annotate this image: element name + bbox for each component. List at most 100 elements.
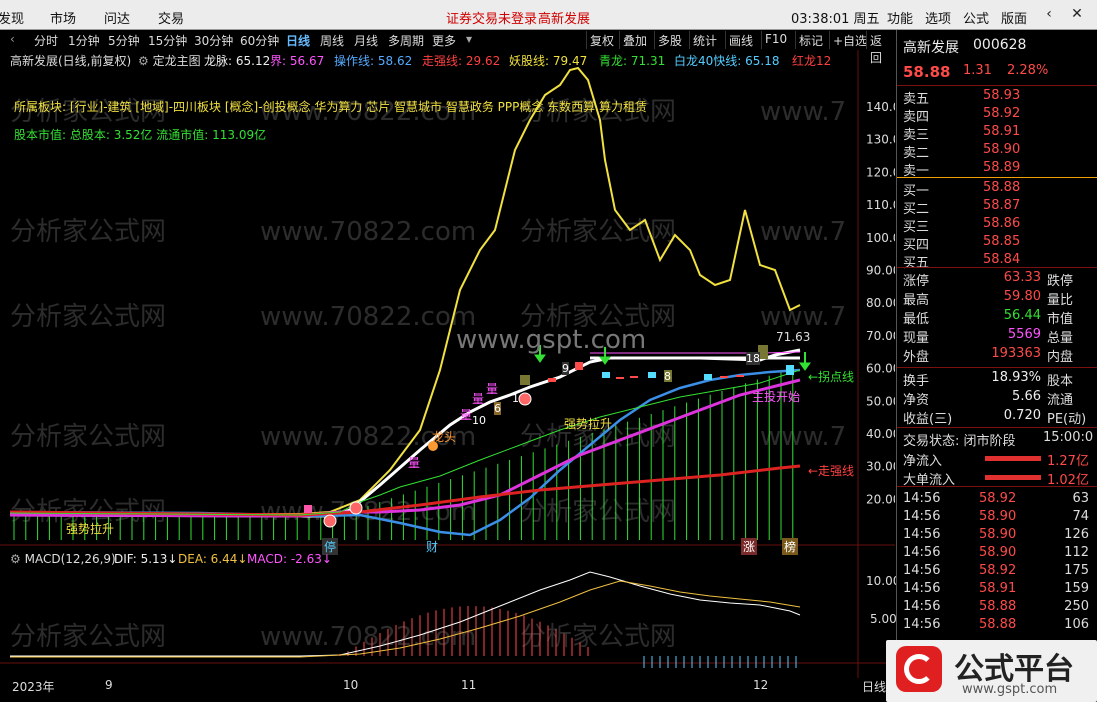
menu-trade[interactable]: 交易 xyxy=(158,8,184,27)
annotation-num-10: 10 xyxy=(472,414,486,427)
tab-period-week[interactable]: 周线 xyxy=(320,32,344,49)
gear-icon[interactable]: ⚙ xyxy=(10,552,21,566)
date-axis-9: 9 xyxy=(105,678,113,692)
tab-period-multi[interactable]: 多周期 xyxy=(388,32,424,49)
indicator-name[interactable]: ⚙ 定龙主图 xyxy=(138,52,201,69)
price-axis-label: 80.00 xyxy=(866,296,895,310)
bid-row: 买四 58.85 xyxy=(897,233,1097,253)
stat-row: 最高 59.80 量比 xyxy=(897,288,1097,308)
adjust-button[interactable]: 复权 xyxy=(586,31,617,49)
annotation-longtou: 龙头 xyxy=(432,430,457,444)
tick-volume: 175 xyxy=(1064,563,1089,578)
tab-period-5min[interactable]: 5分钟 xyxy=(108,32,140,49)
overlay-button[interactable]: 叠加 xyxy=(619,31,650,49)
menu-formula[interactable]: 公式 xyxy=(963,8,989,27)
stock-name-notice[interactable]: 高新发展 xyxy=(538,8,590,27)
tab-period-fenshi[interactable]: 分时 xyxy=(34,32,58,49)
fundamental-value: 5.66 xyxy=(1012,389,1041,404)
ask-row: 卖三 58.91 xyxy=(897,123,1097,143)
menu-function[interactable]: 功能 xyxy=(887,8,913,27)
divider xyxy=(897,267,1097,268)
tick-volume: 106 xyxy=(1064,617,1089,632)
gear-icon[interactable]: ⚙ xyxy=(138,54,149,68)
tab-period-15min[interactable]: 15分钟 xyxy=(148,32,187,49)
tab-period-30min[interactable]: 30分钟 xyxy=(194,32,233,49)
ask-price: 58.91 xyxy=(983,124,1021,139)
chevron-down-icon[interactable]: ▾ xyxy=(466,32,472,46)
mark-button[interactable]: 标记 xyxy=(795,31,826,49)
divider xyxy=(897,427,1097,428)
honglong-value: 红龙12 xyxy=(792,54,832,68)
svg-text:www.7: www.7 xyxy=(760,302,846,332)
macd-title[interactable]: ⚙ MACD(12,26,9) xyxy=(10,552,116,566)
tick-price: 58.90 xyxy=(979,545,1017,560)
bid-row: 买一 58.88 xyxy=(897,179,1097,199)
tick-row: 14:56 58.90 126 xyxy=(897,526,1097,544)
fundamental-value: 0.720 xyxy=(1003,408,1041,423)
tick-time: 14:56 xyxy=(903,545,941,560)
annotation-num-1: 1 xyxy=(512,392,519,405)
tick-time: 14:56 xyxy=(903,509,941,524)
add-watchlist-button[interactable]: +自选 xyxy=(829,31,870,49)
bid-price: 58.84 xyxy=(983,252,1021,267)
svg-text:分析家公式网: 分析家公式网 xyxy=(10,422,166,452)
menu-layout[interactable]: 版面 xyxy=(1001,8,1027,27)
draw-line-button[interactable]: 画线 xyxy=(725,31,756,49)
chart-title: 高新发展(日线,前复权) xyxy=(10,54,132,68)
price-change: 1.31 xyxy=(963,63,992,78)
macd-label: MACD(12,26,9) xyxy=(24,552,116,566)
price-axis-label: 70.00 xyxy=(866,329,895,343)
svg-text:www.7: www.7 xyxy=(760,422,846,452)
stat-label: 最高 xyxy=(903,293,930,308)
divider xyxy=(897,177,1097,178)
menu-market[interactable]: 市场 xyxy=(50,8,76,27)
back-button[interactable]: 返回 xyxy=(866,31,895,65)
annotation-liang-1: 量 xyxy=(408,456,421,470)
close-icon[interactable]: ✕ xyxy=(1068,6,1086,22)
tick-row: 14:56 58.91 159 xyxy=(897,580,1097,598)
menu-wenda[interactable]: 问达 xyxy=(104,8,130,27)
tab-period-day[interactable]: 日线 xyxy=(286,32,310,49)
longmai-value: 龙脉: 65.12 xyxy=(204,54,271,68)
stat-label: 最低 xyxy=(903,312,930,327)
statistics-button[interactable]: 统计 xyxy=(689,31,720,49)
menu-options[interactable]: 选项 xyxy=(925,8,951,27)
tick-time: 14:56 xyxy=(903,599,941,614)
stock-name: 高新发展 xyxy=(903,40,959,56)
tick-price: 58.91 xyxy=(979,581,1017,596)
tick-volume: 126 xyxy=(1064,527,1089,542)
tab-period-60min[interactable]: 60分钟 xyxy=(240,32,279,49)
tick-time: 14:56 xyxy=(903,527,941,542)
background-watermark: 分析家公式网 www.70822.com 分析家公式网 www.7 分析家公式网 www… xyxy=(10,97,846,652)
stat-row: 最低 56.44 市值 xyxy=(897,307,1097,327)
signal-circle-icon xyxy=(518,392,532,406)
divider xyxy=(897,486,1097,487)
f10-button[interactable]: F10 xyxy=(761,31,790,49)
tab-period-month[interactable]: 月线 xyxy=(354,32,378,49)
chevron-left-icon[interactable]: ‹ xyxy=(1040,6,1058,22)
tick-row: 14:56 58.88 250 xyxy=(897,598,1097,616)
tick-time: 14:56 xyxy=(903,617,941,632)
date-axis-year: 2023年 xyxy=(12,680,55,694)
tab-period-1min[interactable]: 1分钟 xyxy=(68,32,100,49)
login-status-notice[interactable]: 证券交易未登录 xyxy=(446,8,537,27)
zouqiang-value: 走强线: 29.62 xyxy=(422,54,501,68)
collapse-icon[interactable]: ‹ xyxy=(10,32,15,46)
svg-text:www.70822.com: www.70822.com xyxy=(260,217,476,247)
badge-url: www.gspt.com xyxy=(962,682,1058,697)
bid-price: 58.85 xyxy=(983,234,1021,249)
tab-period-more[interactable]: 更多 xyxy=(432,32,456,49)
menu-discover[interactable]: 发现 xyxy=(0,8,24,27)
multi-stock-button[interactable]: 多股 xyxy=(654,31,685,49)
market-value-text: 股本市值: 总股本: 3.52亿 流通市值: 113.09亿 xyxy=(14,128,267,142)
macd-value: MACD: -2.63↓ xyxy=(247,552,332,566)
quote-panel: 高新发展 000628 58.88 1.31 2.28% 卖五 58.93 卖四 58… xyxy=(896,30,1097,702)
fundamental-label: 净资 xyxy=(903,393,930,408)
bid-price: 58.87 xyxy=(983,198,1021,213)
stock-header: 高新发展 000628 xyxy=(897,36,1097,56)
price-axis-label: 110.0 xyxy=(866,198,895,212)
stat-label: 涨停 xyxy=(903,274,930,289)
price-axis-label: 60.00 xyxy=(866,362,895,376)
ask-price: 58.90 xyxy=(983,142,1021,157)
kline-chart-area[interactable]: 分析家公式网 www.70822.com 分析家公式网 www.7 分析家公式网 www… xyxy=(0,50,900,694)
